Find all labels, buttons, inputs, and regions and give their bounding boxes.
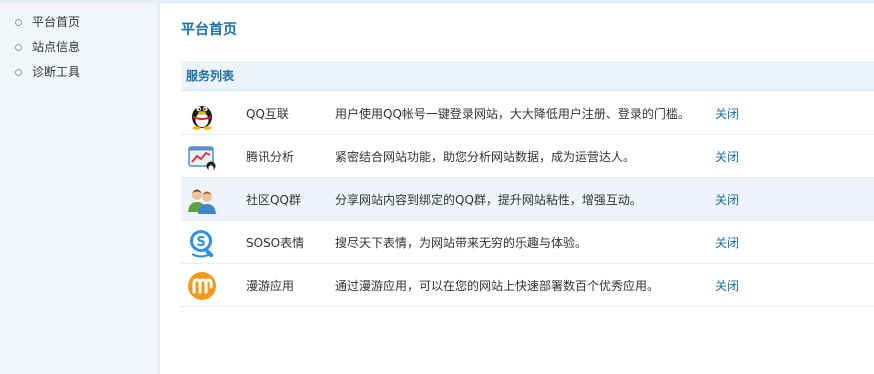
close-service-link[interactable]: 关闭 bbox=[715, 191, 739, 208]
sidebar-item-home[interactable]: 平台首页 bbox=[0, 10, 158, 35]
service-name: 社区QQ群 bbox=[246, 192, 301, 207]
qq-group-icon bbox=[188, 189, 216, 214]
service-row-manyou-apps: 漫游应用 通过漫游应用，可以在您的网站上快速部署数百个优秀应用。 关闭 bbox=[181, 264, 874, 307]
sidebar-item-label: 诊断工具 bbox=[32, 65, 81, 79]
service-name: 腾讯分析 bbox=[246, 149, 295, 164]
service-description: 用户使用QQ帐号一键登录网站，大大降低用户注册、登录的门槛。 bbox=[335, 106, 690, 121]
close-service-link[interactable]: 关闭 bbox=[715, 234, 739, 251]
main-content: 平台首页 服务列表 QQ互联 用户使用QQ帐号一键登录网站，大大降低用户注册、登… bbox=[160, 3, 874, 374]
section-header: 服务列表 bbox=[181, 61, 874, 91]
qq-penguin-icon bbox=[192, 106, 212, 130]
service-list: QQ互联 用户使用QQ帐号一键登录网站，大大降低用户注册、登录的门槛。 关闭 腾… bbox=[181, 92, 874, 307]
sidebar-item-site-info[interactable]: 站点信息 bbox=[0, 35, 158, 60]
bullet-icon bbox=[15, 44, 22, 51]
sidebar: 平台首页 站点信息 诊断工具 bbox=[0, 3, 159, 374]
service-description: 搜尽天下表情，为网站带来无穷的乐趣与体验。 bbox=[335, 235, 588, 250]
service-description: 分享网站内容到绑定的QQ群，提升网站粘性，增强互动。 bbox=[335, 192, 642, 207]
service-row-community-qq-group: 社区QQ群 分享网站内容到绑定的QQ群，提升网站粘性，增强互动。 关闭 bbox=[181, 178, 874, 221]
service-name: QQ互联 bbox=[246, 106, 289, 121]
analytics-chart-icon bbox=[188, 146, 216, 171]
soso-emoticon-icon: S bbox=[190, 230, 214, 258]
close-service-link[interactable]: 关闭 bbox=[715, 277, 739, 294]
service-row-tencent-analytics: 腾讯分析 紧密结合网站功能，助您分析网站数据，成为运营达人。 关闭 bbox=[181, 135, 874, 178]
service-row-soso-emoticons: S SOSO表情 搜尽天下表情，为网站带来无穷的乐趣与体验。 关闭 bbox=[181, 221, 874, 264]
bullet-icon bbox=[15, 69, 22, 76]
service-row-qq-connect: QQ互联 用户使用QQ帐号一键登录网站，大大降低用户注册、登录的门槛。 关闭 bbox=[181, 92, 874, 135]
manyou-app-icon bbox=[188, 272, 216, 300]
sidebar-item-diagnostics[interactable]: 诊断工具 bbox=[0, 60, 158, 85]
service-description: 通过漫游应用，可以在您的网站上快速部署数百个优秀应用。 bbox=[335, 278, 660, 293]
service-description: 紧密结合网站功能，助您分析网站数据，成为运营达人。 bbox=[335, 149, 636, 164]
service-name: 漫游应用 bbox=[246, 278, 295, 293]
close-service-link[interactable]: 关闭 bbox=[715, 148, 739, 165]
page-title: 平台首页 bbox=[181, 22, 237, 38]
sidebar-item-label: 平台首页 bbox=[32, 15, 81, 29]
svg-text:S: S bbox=[196, 235, 205, 250]
sidebar-item-label: 站点信息 bbox=[32, 40, 81, 54]
close-service-link[interactable]: 关闭 bbox=[715, 105, 739, 122]
service-name: SOSO表情 bbox=[246, 235, 305, 250]
bullet-icon bbox=[15, 19, 22, 26]
sidebar-menu: 平台首页 站点信息 诊断工具 bbox=[0, 3, 158, 85]
